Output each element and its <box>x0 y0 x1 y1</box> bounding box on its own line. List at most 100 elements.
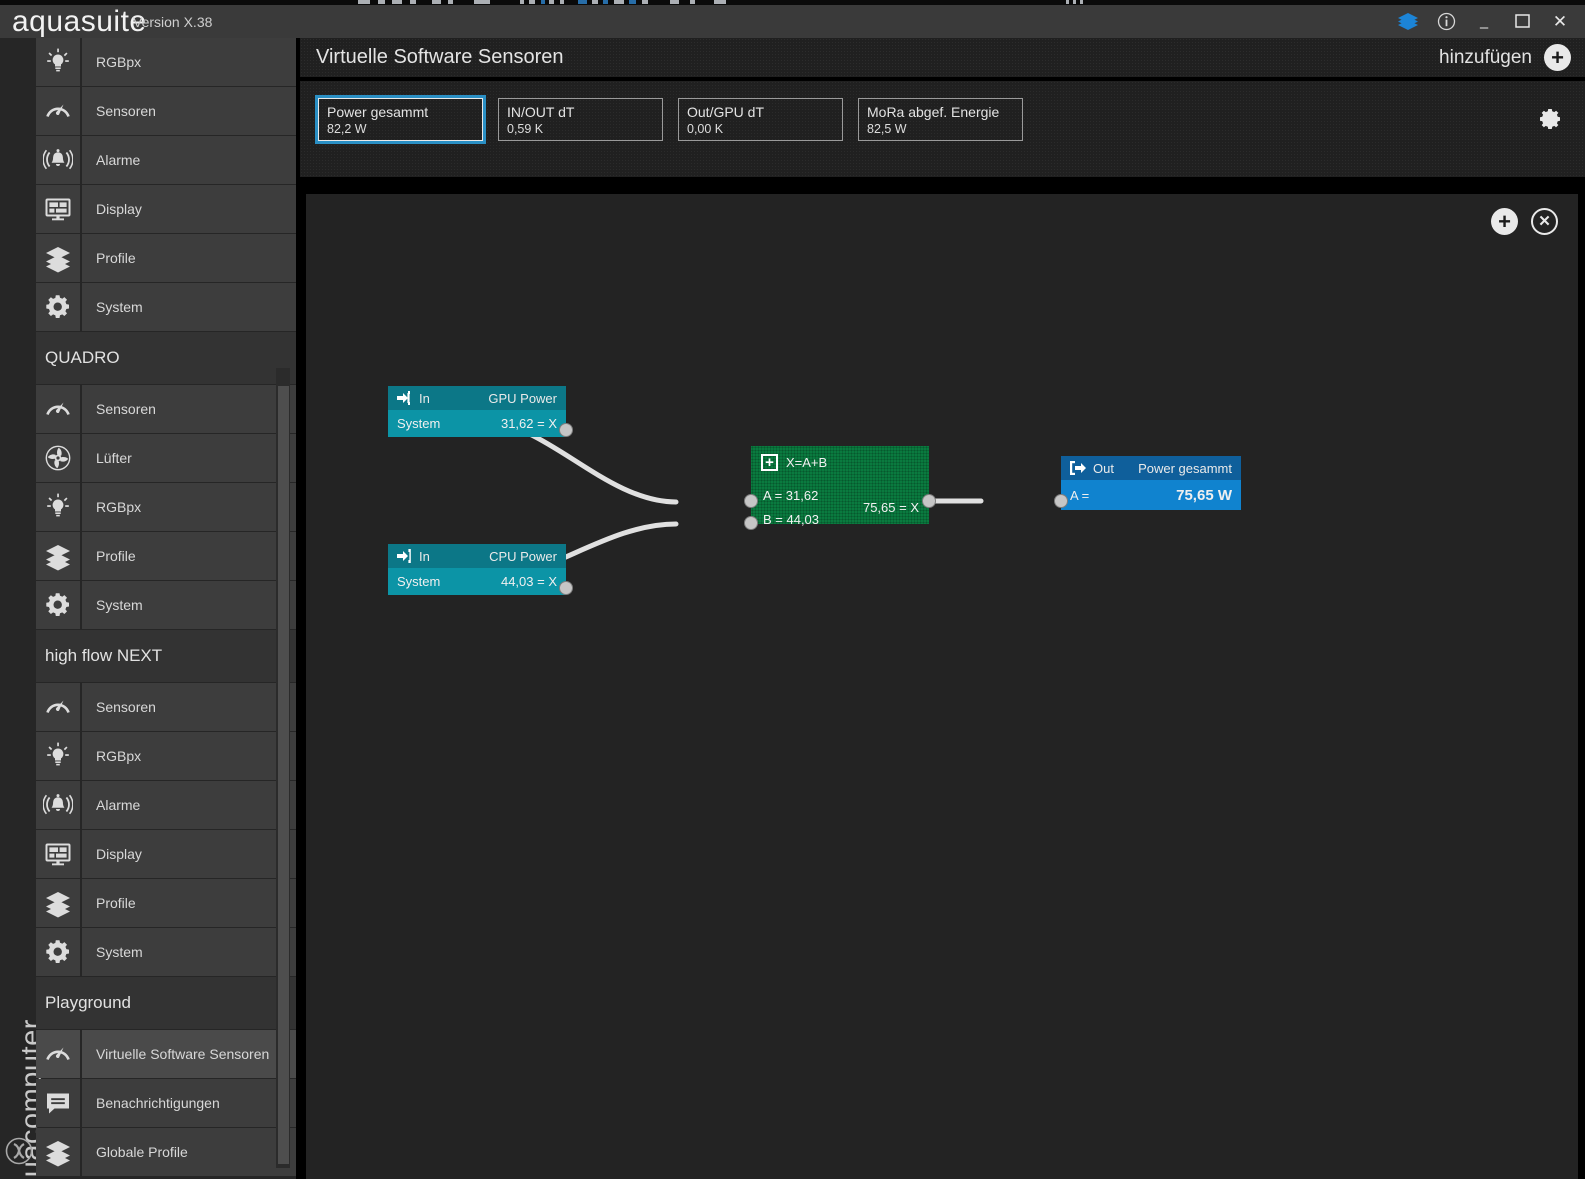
plus-circle-icon[interactable]: + <box>1544 44 1571 71</box>
arrow-in-icon <box>397 391 412 405</box>
info-icon[interactable] <box>1427 5 1465 38</box>
node-header: In CPU Power <box>388 544 566 568</box>
node-cpu-power-input[interactable]: In CPU Power System 44,03 = X <box>388 544 573 595</box>
sensor-tab-name: IN/OUT dT <box>507 104 575 120</box>
sidebar-item-sensoren[interactable]: Sensoren <box>36 87 296 135</box>
sensor-tab-value: 82,5 W <box>867 122 907 136</box>
bell-icon <box>36 781 80 829</box>
sidebar-item-profile[interactable]: Profile <box>36 879 296 927</box>
sidebar-item-system[interactable]: System <box>36 928 296 976</box>
sidebar-item-profile[interactable]: Profile <box>36 234 296 282</box>
sidebar-item-label: Profile <box>82 532 296 580</box>
sensor-tab-name: MoRa abgef. Energie <box>867 104 1000 120</box>
node-value: 44,03 = X <box>500 574 557 589</box>
sensor-tab-value: 0,00 K <box>687 122 724 136</box>
sidebar-item-alarme[interactable]: Alarme <box>36 781 296 829</box>
gauge-icon <box>36 385 80 433</box>
sidebar-scrollbar-thumb[interactable] <box>278 386 289 1164</box>
sidebar-item-benachrichtigungen[interactable]: Benachrichtigungen <box>36 1079 296 1127</box>
node-output-value: 75,65 = X <box>862 500 919 515</box>
sidebar-item-display[interactable]: Display <box>36 830 296 878</box>
port-input[interactable] <box>1054 494 1068 508</box>
layers-icon <box>36 234 80 282</box>
app-window: aquasuite Version X.38 – ✕ aquacomputer … <box>0 0 1585 1179</box>
sidebar-group-header-quadro[interactable]: QUADRO <box>36 332 296 384</box>
layers-icon <box>36 532 80 580</box>
sidebar-item-profile[interactable]: Profile <box>36 532 296 580</box>
node-header: In GPU Power <box>388 386 566 410</box>
sidebar-group-header-playground[interactable]: Playground <box>36 977 296 1029</box>
sidebar-item-label: Sensoren <box>82 385 296 433</box>
gauge-icon <box>36 1030 80 1078</box>
node-input-a: A = 31,62 <box>763 488 819 503</box>
sidebar-item-virtuelle-software-sensoren[interactable]: Virtuelle Software Sensoren <box>36 1030 296 1078</box>
node-gpu-power-input[interactable]: In GPU Power System 31,62 = X <box>388 386 573 437</box>
sensor-tab-value: 82,2 W <box>327 122 367 136</box>
main-panel: Virtuelle Software Sensoren hinzufügen +… <box>296 38 1585 1179</box>
minimize-button[interactable]: – <box>1465 5 1503 38</box>
sidebar-item-lüfter[interactable]: Lüfter <box>36 434 296 482</box>
sidebar-item-sensoren[interactable]: Sensoren <box>36 683 296 731</box>
monitor-icon <box>36 185 80 233</box>
sidebar-item-globale-profile[interactable]: Globale Profile <box>36 1128 296 1176</box>
sidebar-scroll-arrows[interactable]: ▲ ▼ <box>276 1170 290 1179</box>
node-header: Out Power gesammt <box>1061 456 1241 480</box>
sensor-tab[interactable]: IN/OUT dT 0,59 K <box>498 98 663 141</box>
sensor-tab[interactable]: MoRa abgef. Energie 82,5 W <box>858 98 1023 141</box>
bulb-icon <box>36 732 80 780</box>
sidebar-item-display[interactable]: Display <box>36 185 296 233</box>
port-input-b[interactable] <box>744 516 758 530</box>
sidebar-item-rgbpx[interactable]: RGBpx <box>36 732 296 780</box>
plus-box-icon: + <box>761 454 778 471</box>
port-output[interactable] <box>559 423 573 437</box>
sensor-tab[interactable]: Power gesammt 82,2 W <box>315 95 486 144</box>
sidebar-item-label: Sensoren <box>82 683 296 731</box>
node-input-label: A = <box>1070 487 1090 503</box>
gear-icon <box>36 581 80 629</box>
node-value: 31,62 = X <box>500 416 557 431</box>
port-input-a[interactable] <box>744 494 758 508</box>
maximize-button[interactable] <box>1503 5 1541 38</box>
node-graph-canvas[interactable]: + ✕ In GPU Power System 31,62 = X In CPU… <box>306 194 1578 1179</box>
sidebar-item-rgbpx[interactable]: RGBpx <box>36 38 296 86</box>
node-input-b: B = 44,03 <box>763 512 820 527</box>
minimize-glyph: – <box>1479 19 1489 36</box>
sidebar-item-label: Lüfter <box>82 434 296 482</box>
sidebar-nav-scroll[interactable]: RGBpx Sensoren Alarme Display Profile Sy… <box>36 38 296 1179</box>
message-icon <box>36 1079 80 1127</box>
sidebar-group-header-high-flow-next[interactable]: high flow NEXT <box>36 630 296 682</box>
add-sensor-label[interactable]: hinzufügen <box>1439 47 1532 69</box>
node-title: Power gesammt <box>1138 460 1232 476</box>
wire-layer <box>482 419 984 583</box>
sidebar-item-label: Benachrichtigungen <box>82 1079 296 1127</box>
node-adder[interactable]: + X=A+B A = 31,62 B = 44,03 75,65 = X <box>744 446 936 530</box>
sidebar-item-label: System <box>82 928 296 976</box>
settings-gear-icon[interactable] <box>1537 106 1563 132</box>
sidebar-item-sensoren[interactable]: Sensoren <box>36 385 296 433</box>
sensor-tab-value: 0,59 K <box>507 122 544 136</box>
sidebar-item-system[interactable]: System <box>36 581 296 629</box>
sensor-tab-name: Out/GPU dT <box>687 104 765 120</box>
page-title: Virtuelle Software Sensoren <box>316 46 564 68</box>
node-body: System 44,03 = X <box>388 568 566 595</box>
sidebar-item-label: Sensoren <box>82 87 296 135</box>
node-source-label: System <box>397 574 441 589</box>
node-power-output[interactable]: Out Power gesammt A = 75,65 W <box>1054 456 1241 510</box>
sidebar-item-system[interactable]: System <box>36 283 296 331</box>
layers-icon[interactable] <box>1389 5 1427 38</box>
layers-icon <box>36 1128 80 1176</box>
header-actions: hinzufügen + <box>1439 44 1585 71</box>
sidebar-item-rgbpx[interactable]: RGBpx <box>36 483 296 531</box>
port-output[interactable] <box>559 581 573 595</box>
port-output[interactable] <box>922 494 936 508</box>
gauge-icon <box>36 683 80 731</box>
sidebar-item-label: Display <box>82 185 296 233</box>
sidebar-item-label: RGBpx <box>82 732 296 780</box>
title-bar: aquasuite Version X.38 – ✕ <box>0 5 1585 38</box>
sidebar-item-alarme[interactable]: Alarme <box>36 136 296 184</box>
sensor-tab[interactable]: Out/GPU dT 0,00 K <box>678 98 843 141</box>
close-button[interactable]: ✕ <box>1541 5 1579 38</box>
node-title: CPU Power <box>489 548 557 564</box>
arrow-out-icon <box>1070 461 1086 475</box>
node-source-label: System <box>397 416 441 431</box>
